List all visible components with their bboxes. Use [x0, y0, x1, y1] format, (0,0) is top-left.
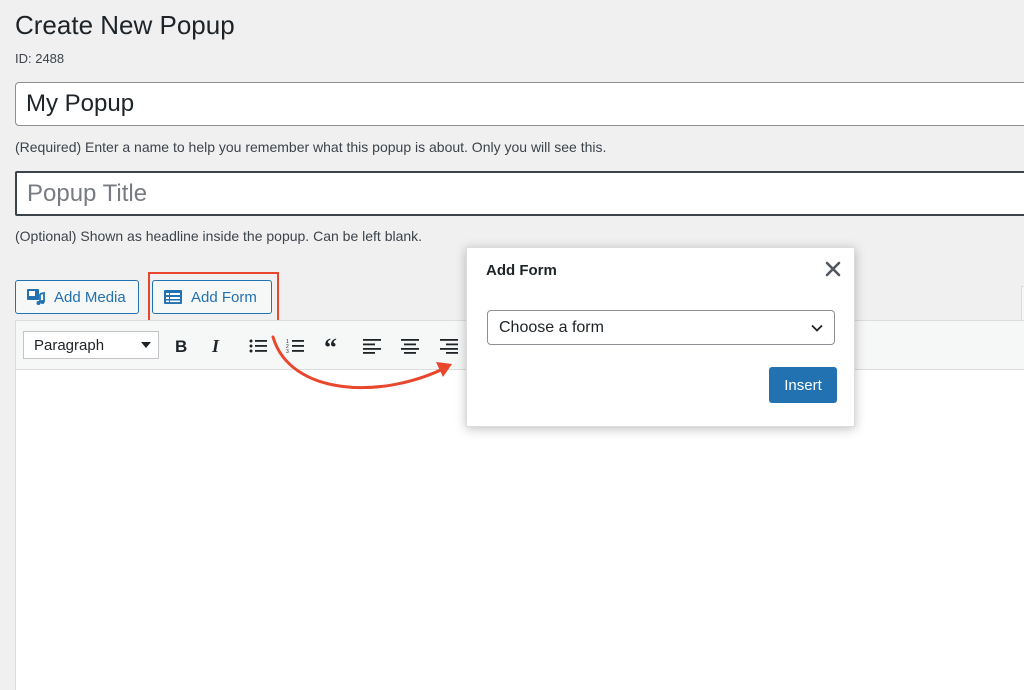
bold-icon: B — [175, 337, 187, 355]
add-media-button[interactable]: Add Media — [15, 280, 139, 314]
blockquote-button[interactable]: “ — [321, 333, 347, 359]
numbered-list-icon: 1 2 3 — [286, 339, 304, 354]
close-icon[interactable] — [824, 260, 842, 278]
bullet-list-button[interactable] — [245, 333, 271, 359]
popup-name-input[interactable] — [15, 82, 1024, 126]
add-media-label: Add Media — [54, 288, 126, 306]
format-select[interactable]: Paragraph — [23, 331, 159, 359]
blockquote-icon: “ — [324, 338, 337, 354]
popup-name-help: (Required) Enter a name to help you reme… — [15, 139, 607, 155]
italic-icon: I — [211, 337, 220, 355]
format-select-value: Paragraph — [34, 336, 105, 354]
chevron-down-icon — [811, 324, 823, 332]
align-right-icon — [440, 339, 458, 354]
popup-title-help: (Optional) Shown as headline inside the … — [15, 228, 423, 244]
dropdown-arrow-icon — [141, 342, 151, 348]
dialog-title: Add Form — [486, 262, 557, 279]
align-center-button[interactable] — [397, 333, 423, 359]
popup-id: ID: 2488 — [15, 51, 65, 66]
form-select-value: Choose a form — [499, 318, 604, 336]
align-left-icon — [363, 339, 381, 354]
align-center-icon — [401, 339, 419, 354]
italic-button[interactable]: I — [204, 333, 230, 359]
bold-button[interactable]: B — [168, 333, 194, 359]
popup-title-input[interactable] — [15, 171, 1024, 216]
add-form-highlight — [148, 272, 279, 322]
svg-text:3: 3 — [286, 349, 289, 354]
align-right-button[interactable] — [436, 333, 462, 359]
numbered-list-button[interactable]: 1 2 3 — [282, 333, 308, 359]
form-select[interactable]: Choose a form — [487, 310, 835, 345]
svg-text:“: “ — [324, 338, 337, 354]
bullet-list-icon — [249, 339, 267, 353]
insert-button[interactable]: Insert — [769, 367, 837, 403]
align-left-button[interactable] — [359, 333, 385, 359]
media-icon — [27, 289, 45, 305]
svg-text:I: I — [211, 337, 220, 355]
svg-text:B: B — [175, 337, 187, 355]
add-form-dialog: Add Form Choose a form Insert — [466, 247, 855, 427]
page-title: Create New Popup — [15, 10, 235, 40]
